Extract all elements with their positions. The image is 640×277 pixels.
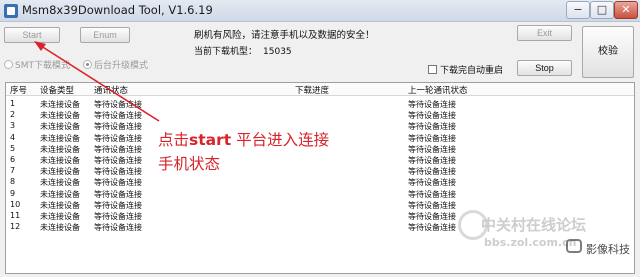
watermark-chat-icon xyxy=(566,239,582,253)
annotation-line2: 手机状态 xyxy=(158,155,221,173)
annotation-line1-bold: start xyxy=(189,131,232,149)
annotation-line1-post: 平台进入连接 xyxy=(231,131,330,149)
watermark-line3: 影像科技 xyxy=(586,243,630,256)
watermark-line2: bbs.zol.com.cn xyxy=(484,236,577,249)
watermark-line1: 中关村在线论坛 xyxy=(481,216,587,234)
annotation-line1-pre: 点击 xyxy=(158,131,190,149)
annotation-text: 点击start 平台进入连接 手机状态 xyxy=(158,128,329,176)
app-window: Msm8x39Download Tool, V1.6.19 − □ ✕ Star… xyxy=(0,0,640,277)
